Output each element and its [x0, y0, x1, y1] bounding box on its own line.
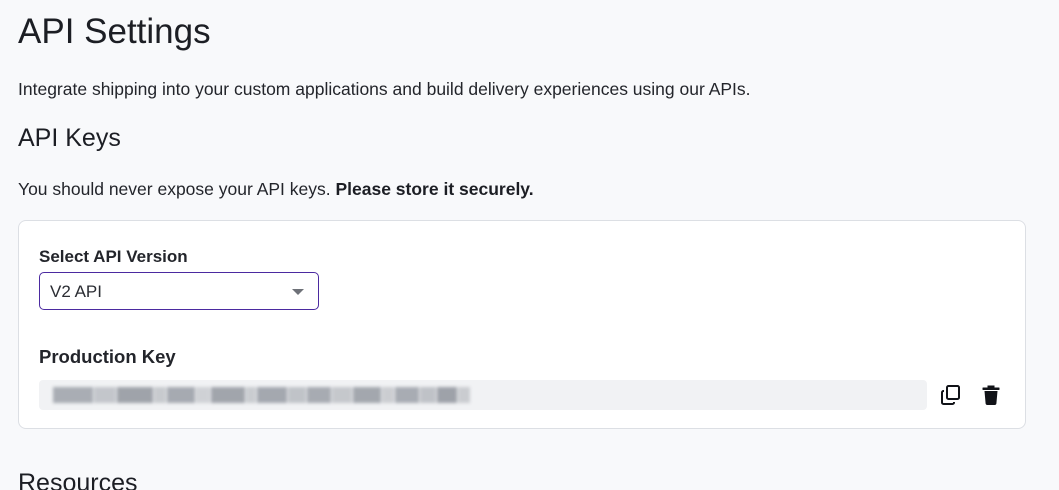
- api-version-label: Select API Version: [39, 247, 188, 266]
- api-keys-warning: You should never expose your API keys. P…: [18, 179, 534, 200]
- trash-icon: [982, 385, 1000, 406]
- warning-strong-text: Please store it securely.: [335, 179, 534, 199]
- api-keys-heading: API Keys: [18, 124, 121, 152]
- api-version-selected-value: V2 API: [50, 282, 102, 301]
- warning-text: You should never expose your API keys.: [18, 179, 331, 199]
- production-key-label: Production Key: [39, 346, 176, 367]
- api-version-select[interactable]: V2 API: [39, 272, 319, 310]
- copy-key-button[interactable]: [939, 382, 965, 408]
- resources-heading: Resources: [18, 469, 138, 490]
- production-key-field[interactable]: [39, 380, 927, 410]
- copy-icon: [941, 385, 960, 405]
- page-intro: Integrate shipping into your custom appl…: [18, 79, 751, 99]
- delete-key-button[interactable]: [979, 382, 1005, 408]
- page-title: API Settings: [18, 12, 211, 51]
- production-key-redacted: [53, 387, 471, 403]
- api-settings-page: API Settings Integrate shipping into you…: [0, 0, 1059, 490]
- caret-down-icon: [292, 289, 304, 295]
- api-keys-card: Select API Version V2 API Production Key: [18, 220, 1026, 429]
